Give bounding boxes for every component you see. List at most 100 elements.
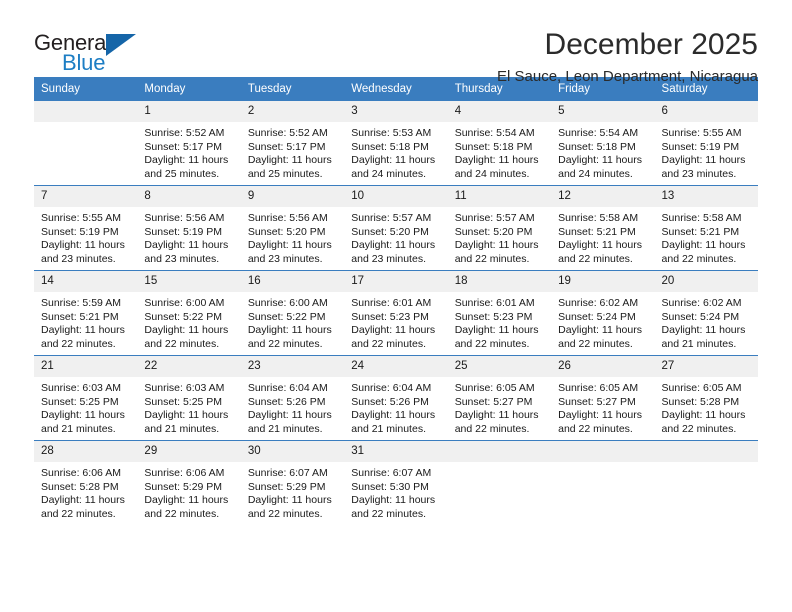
sunrise-text: Sunrise: 6:06 AM [144,467,225,479]
sunset-text: Sunset: 5:30 PM [351,480,429,493]
daylight-text-line1: Daylight: 11 hours [661,409,746,422]
day-details: Sunrise: 6:02 AM Sunset: 5:24 PM Daylight:… [655,292,758,351]
sunrise-text: Sunrise: 5:58 AM [558,212,639,224]
daylight-text-line2: and 21 minutes. [247,422,323,435]
day-cell[interactable]: 2 Sunrise: 5:52 AM Sunset: 5:17 PM Daylight… [240,101,345,186]
day-number: 29 [137,441,241,462]
calendar-week-row: 28 Sunrise: 6:06 AM Sunset: 5:28 PM Dayligh… [34,440,758,525]
daylight-text-line1: Daylight: 11 hours [558,239,642,252]
daylight-text-line2: and 22 minutes. [247,507,323,520]
day-cell[interactable]: 19 Sunrise: 6:02 AM Sunset: 5:24 PM Dayligh… [551,270,655,356]
sunset-text: Sunset: 5:22 PM [144,310,223,323]
day-cell[interactable]: 3 Sunrise: 5:53 AM Sunset: 5:18 PM Daylight… [344,101,448,186]
daylight-text-line1: Daylight: 11 hours [41,239,125,252]
day-details: Sunrise: 6:02 AM Sunset: 5:24 PM Daylight:… [551,292,654,351]
daylight-text-line2: and 21 minutes. [661,337,737,350]
sunset-text: Sunset: 5:27 PM [558,395,636,408]
daylight-text-line2: and 22 minutes. [661,422,737,435]
day-cell[interactable]: 16 Sunrise: 6:00 AM Sunset: 5:22 PM Dayligh… [240,270,345,356]
day-cell[interactable]: 14 Sunrise: 5:59 AM Sunset: 5:21 PM Dayligh… [34,270,138,356]
sunset-text: Sunset: 5:25 PM [144,395,223,408]
sunset-text: Sunset: 5:21 PM [41,310,119,323]
logo-triangle-icon [106,34,136,56]
day-cell[interactable]: 24 Sunrise: 6:04 AM Sunset: 5:26 PM Dayligh… [344,355,448,441]
day-cell[interactable]: 21 Sunrise: 6:03 AM Sunset: 5:25 PM Dayligh… [34,355,138,441]
daylight-text-line1: Daylight: 11 hours [454,239,539,252]
day-details: Sunrise: 6:05 AM Sunset: 5:27 PM Daylight:… [448,377,551,436]
day-cell[interactable]: 9 Sunrise: 5:56 AM Sunset: 5:20 PM Daylight… [240,185,345,271]
daylight-text-line1: Daylight: 11 hours [247,154,332,167]
day-cell[interactable]: 6 Sunrise: 5:55 AM Sunset: 5:19 PM Daylight… [654,101,758,186]
day-cell[interactable]: 15 Sunrise: 6:00 AM Sunset: 5:22 PM Dayligh… [137,270,241,356]
daylight-text-line1: Daylight: 11 hours [454,154,539,167]
day-details: Sunrise: 5:58 AM Sunset: 5:21 PM Daylight:… [551,207,654,266]
day-cell[interactable]: 7 Sunrise: 5:55 AM Sunset: 5:19 PM Daylight… [34,185,138,271]
daylight-text-line2: and 24 minutes. [454,167,530,180]
daylight-text-line1: Daylight: 11 hours [558,154,642,167]
daylight-text-line1: Daylight: 11 hours [41,494,125,507]
day-number [34,101,138,122]
sunrise-text: Sunrise: 5:54 AM [454,127,535,139]
daylight-text-line1: Daylight: 11 hours [144,239,229,252]
day-cell[interactable]: 27 Sunrise: 6:05 AM Sunset: 5:28 PM Dayligh… [654,355,758,441]
day-cell[interactable]: 29 Sunrise: 6:06 AM Sunset: 5:29 PM Dayligh… [137,440,241,525]
day-cell[interactable] [551,440,655,525]
sunset-text: Sunset: 5:29 PM [144,480,223,493]
day-cell[interactable]: 12 Sunrise: 5:58 AM Sunset: 5:21 PM Dayligh… [551,185,655,271]
day-cell[interactable]: 18 Sunrise: 6:01 AM Sunset: 5:23 PM Dayligh… [447,270,552,356]
sunset-text: Sunset: 5:28 PM [41,480,119,493]
day-cell[interactable]: 28 Sunrise: 6:06 AM Sunset: 5:28 PM Dayligh… [34,440,138,525]
sunrise-text: Sunrise: 5:54 AM [558,127,639,139]
day-cell[interactable]: 8 Sunrise: 5:56 AM Sunset: 5:19 PM Daylight… [137,185,241,271]
day-cell[interactable]: 25 Sunrise: 6:05 AM Sunset: 5:27 PM Dayligh… [447,355,552,441]
sunrise-text: Sunrise: 6:03 AM [144,382,225,394]
daylight-text-line2: and 21 minutes. [41,422,116,435]
day-number: 9 [240,186,345,207]
sunset-text: Sunset: 5:18 PM [558,140,636,153]
day-cell[interactable]: 22 Sunrise: 6:03 AM Sunset: 5:25 PM Dayligh… [137,355,241,441]
day-cell[interactable]: 30 Sunrise: 6:07 AM Sunset: 5:29 PM Dayligh… [240,440,345,525]
day-details: Sunrise: 5:58 AM Sunset: 5:21 PM Daylight:… [655,207,758,266]
day-details: Sunrise: 5:52 AM Sunset: 5:17 PM Daylight:… [137,122,240,181]
sunrise-text: Sunrise: 5:52 AM [247,127,328,139]
day-cell[interactable]: 4 Sunrise: 5:54 AM Sunset: 5:18 PM Daylight… [447,101,552,186]
daylight-text-line2: and 25 minutes. [144,167,220,180]
day-cell[interactable]: 17 Sunrise: 6:01 AM Sunset: 5:23 PM Dayligh… [344,270,448,356]
day-cell[interactable] [34,101,138,186]
day-cell[interactable]: 1 Sunrise: 5:52 AM Sunset: 5:17 PM Daylight… [137,101,241,186]
daylight-text-line1: Daylight: 11 hours [661,324,746,337]
day-number: 21 [34,356,138,377]
day-cell[interactable] [654,440,758,525]
daylight-text-line1: Daylight: 11 hours [144,409,229,422]
sunset-text: Sunset: 5:20 PM [454,225,533,238]
daylight-text-line1: Daylight: 11 hours [351,239,436,252]
day-cell[interactable]: 26 Sunrise: 6:05 AM Sunset: 5:27 PM Dayligh… [551,355,655,441]
daylight-text-line2: and 22 minutes. [454,252,530,265]
day-details: Sunrise: 6:07 AM Sunset: 5:29 PM Daylight:… [241,462,344,521]
sunrise-text: Sunrise: 5:53 AM [351,127,432,139]
sunrise-text: Sunrise: 5:52 AM [144,127,225,139]
sunrise-text: Sunrise: 6:07 AM [351,467,432,479]
day-details: Sunrise: 5:57 AM Sunset: 5:20 PM Daylight:… [448,207,551,266]
day-details: Sunrise: 5:56 AM Sunset: 5:20 PM Daylight:… [241,207,344,266]
daylight-text-line1: Daylight: 11 hours [351,154,436,167]
daylight-text-line2: and 23 minutes. [247,252,323,265]
daylight-text-line1: Daylight: 11 hours [247,239,332,252]
day-cell[interactable] [447,440,552,525]
daylight-text-line1: Daylight: 11 hours [351,409,436,422]
day-number: 8 [137,186,241,207]
sunrise-text: Sunrise: 6:06 AM [41,467,121,479]
sunset-text: Sunset: 5:19 PM [661,140,740,153]
day-cell[interactable]: 23 Sunrise: 6:04 AM Sunset: 5:26 PM Dayligh… [240,355,345,441]
day-cell[interactable]: 11 Sunrise: 5:57 AM Sunset: 5:20 PM Dayligh… [447,185,552,271]
day-cell[interactable]: 13 Sunrise: 5:58 AM Sunset: 5:21 PM Dayligh… [654,185,758,271]
calendar-week-row: 1 Sunrise: 5:52 AM Sunset: 5:17 PM Daylight… [34,101,758,186]
day-cell[interactable]: 10 Sunrise: 5:57 AM Sunset: 5:20 PM Dayligh… [344,185,448,271]
day-cell[interactable]: 20 Sunrise: 6:02 AM Sunset: 5:24 PM Dayligh… [654,270,758,356]
day-cell[interactable]: 5 Sunrise: 5:54 AM Sunset: 5:18 PM Daylight… [551,101,655,186]
day-cell[interactable]: 31 Sunrise: 6:07 AM Sunset: 5:30 PM Dayligh… [344,440,448,525]
generalblue-logo[interactable]: General Blue [34,28,142,80]
day-details: Sunrise: 6:01 AM Sunset: 5:23 PM Daylight:… [344,292,447,351]
day-details [448,462,551,467]
day-details: Sunrise: 6:04 AM Sunset: 5:26 PM Daylight:… [241,377,344,436]
